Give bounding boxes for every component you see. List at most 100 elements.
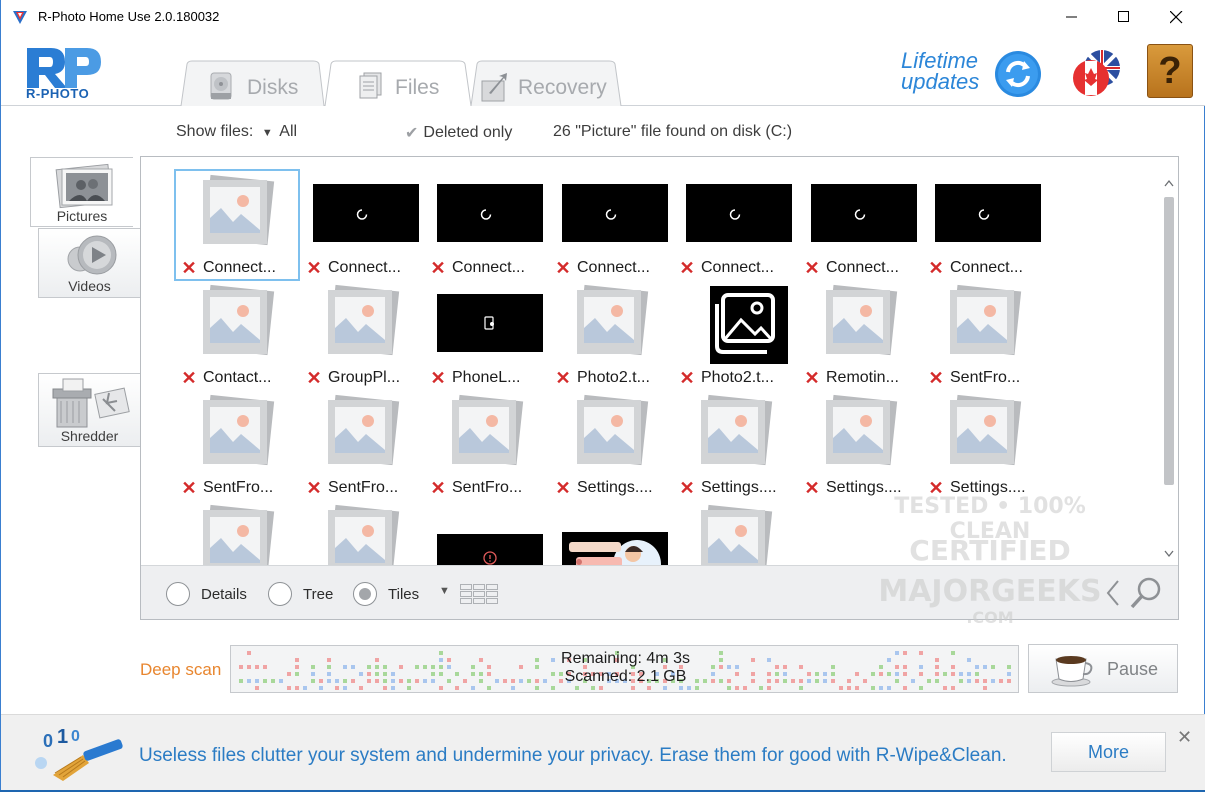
tab-files[interactable]: Files [321, 60, 473, 106]
tree-view-radio[interactable]: Tree [268, 582, 333, 606]
sidebar-item-shredder[interactable]: Shredder [38, 373, 141, 447]
help-button[interactable]: ? [1147, 44, 1193, 98]
file-caption: ✕ Connect... [928, 258, 1046, 278]
file-tile[interactable]: ✕ Connect... [924, 172, 1044, 278]
tile-size-chevron-down-icon[interactable]: ▼ [439, 585, 450, 597]
scan-block [359, 686, 363, 690]
file-tile[interactable] [177, 502, 297, 565]
search-icon[interactable] [1129, 576, 1163, 610]
file-caption: ✕ SentFro... [306, 478, 424, 498]
file-caption: ✕ Photo2.t... [679, 368, 797, 388]
file-caption: ✕ Connect... [430, 258, 548, 278]
deleted-x-icon: ✕ [430, 257, 446, 278]
file-tile[interactable]: ✕ Settings.... [800, 392, 920, 498]
file-thumbnail [675, 172, 795, 258]
more-button[interactable]: More [1051, 732, 1166, 772]
previous-chevron-icon[interactable] [1106, 579, 1120, 607]
title-bar[interactable]: R-Photo Home Use 2.0.180032 [1, 0, 1205, 34]
file-name: SentFro... [328, 479, 399, 496]
file-tile[interactable]: ✕ Settings.... [675, 392, 795, 498]
file-caption: ✕ SentFro... [928, 368, 1046, 388]
shredder-icon [52, 378, 130, 428]
minimize-button[interactable] [1046, 0, 1098, 34]
lifetime-updates-link[interactable]: Lifetime updates [901, 48, 979, 93]
file-tile[interactable]: ✕ Connect... [174, 169, 300, 281]
vertical-scrollbar[interactable] [1161, 167, 1177, 565]
file-tile[interactable]: ✕ Photo2.t... [675, 282, 795, 388]
coffee-cup-icon [1051, 656, 1093, 687]
help-icon: ? [1158, 49, 1182, 92]
file-tile[interactable]: ✕ Connect... [426, 172, 546, 278]
file-tile[interactable]: ✕ Photo2.t... [551, 282, 671, 388]
scan-block [647, 686, 651, 690]
file-thumbnail [800, 172, 920, 258]
file-tile[interactable]: ✕ Connect... [675, 172, 795, 278]
file-tile[interactable]: ✕ GroupPl... [302, 282, 422, 388]
file-thumbnail [551, 172, 671, 258]
scan-block [735, 686, 739, 690]
tab-recovery[interactable]: Recovery [467, 60, 623, 106]
scan-block [871, 686, 875, 690]
scan-block [575, 686, 579, 690]
file-tile[interactable]: ✕ PhoneL... [426, 282, 546, 388]
maximize-button[interactable] [1098, 0, 1150, 34]
file-name: Settings.... [950, 479, 1026, 496]
file-tile[interactable]: ✕ Contact... [177, 282, 297, 388]
file-tile[interactable]: ✕ Connect... [551, 172, 671, 278]
deleted-x-icon: ✕ [181, 367, 197, 388]
recovery-icon [481, 73, 507, 102]
language-flags-icon[interactable] [1069, 46, 1123, 100]
file-name: Settings.... [577, 479, 653, 496]
deleted-only-checkbox[interactable]: ✔ Deleted only [405, 123, 512, 143]
file-tile[interactable]: ✕ SentFro... [177, 392, 297, 498]
pictures-icon [55, 163, 113, 209]
file-caption: ✕ Settings.... [679, 478, 797, 498]
file-tile[interactable]: ✕ SentFro... [924, 282, 1044, 388]
file-tile[interactable] [551, 502, 671, 565]
lifetime-line1: Lifetime [901, 48, 979, 73]
tiles-view-radio[interactable]: Tiles [353, 582, 419, 606]
tile-size-grid-icon[interactable] [460, 584, 498, 604]
scan-block [383, 686, 387, 690]
file-tile[interactable] [302, 502, 422, 565]
file-tile[interactable]: ✕ SentFro... [426, 392, 546, 498]
scan-block [255, 686, 259, 690]
file-panel: ✕ Connect... ✕ Connect... ✕ Connect... ✕ Connec… [140, 156, 1179, 620]
details-view-radio[interactable]: Details [166, 582, 247, 606]
scan-block [879, 686, 883, 690]
scan-block [439, 686, 443, 690]
ad-message: Useless files clutter your system and un… [139, 745, 1007, 766]
ad-close-icon[interactable]: ✕ [1177, 727, 1192, 748]
scan-block [535, 686, 539, 690]
window-title: R-Photo Home Use 2.0.180032 [38, 9, 220, 24]
scan-block [759, 686, 763, 690]
scan-block [407, 686, 411, 690]
deleted-x-icon: ✕ [555, 257, 571, 278]
close-button[interactable] [1150, 0, 1202, 34]
scan-block [663, 686, 667, 690]
scan-block [679, 686, 683, 690]
file-tile[interactable] [426, 502, 546, 565]
deleted-x-icon: ✕ [928, 367, 944, 388]
file-name: Connect... [950, 259, 1023, 276]
sidebar-item-videos[interactable]: Videos [38, 228, 141, 298]
deleted-x-icon: ✕ [181, 477, 197, 498]
file-tile[interactable]: ✕ Settings.... [551, 392, 671, 498]
pause-button[interactable]: Pause [1028, 644, 1178, 693]
file-tile[interactable]: ✕ SentFro... [302, 392, 422, 498]
file-tile[interactable]: ✕ Settings.... [924, 392, 1044, 498]
sidebar-item-pictures[interactable]: Pictures [30, 157, 133, 227]
tab-disks[interactable]: Disks [173, 60, 325, 106]
ad-footer: 0 1 0 Useless files clutter your system … [1, 714, 1205, 790]
view-options-bar: Details Tree Tiles ▼ [141, 565, 1178, 619]
file-tile[interactable]: ✕ Connect... [302, 172, 422, 278]
refresh-icon[interactable] [994, 50, 1042, 98]
file-tile[interactable] [675, 502, 795, 565]
file-tile[interactable]: ✕ Connect... [800, 172, 920, 278]
file-caption: ✕ SentFro... [181, 478, 299, 498]
file-thumbnail [675, 502, 795, 565]
show-files-filter[interactable]: Show files: ▼ All [176, 123, 297, 141]
scan-block [455, 686, 459, 690]
scan-block [319, 686, 323, 690]
file-tile[interactable]: ✕ Remotin... [800, 282, 920, 388]
